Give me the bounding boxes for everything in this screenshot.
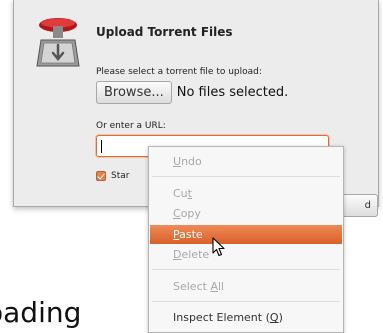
menu-item-delete[interactable]: Delete [150,245,342,264]
menu-separator [152,269,340,270]
menu-item-inspect-element[interactable]: Inspect Element (Q) [150,308,342,327]
url-label: Or enter a URL: [96,121,166,131]
file-picker: Browse... No files selected. [96,81,288,104]
menu-item-undo[interactable]: Undo [150,152,342,171]
dialog-title: Upload Torrent Files [96,25,233,39]
no-files-label: No files selected. [176,85,289,100]
menu-item-copy[interactable]: Copy [150,204,342,223]
menu-separator [152,301,340,302]
dialog-action-button[interactable]: d [338,194,378,217]
menu-item-cut[interactable]: Cut [150,184,342,203]
menu-item-paste[interactable]: Paste [150,225,342,244]
transmission-icon [36,18,80,67]
background-page-text: oading [0,296,82,329]
start-label: Star [111,171,130,181]
select-file-prompt: Please select a torrent file to upload: [96,67,262,77]
menu-separator [152,176,340,177]
start-checkbox[interactable] [96,171,106,181]
start-option: Star [96,171,129,181]
browse-button[interactable]: Browse... [96,81,172,104]
screen: oading Upload Torrent Files Please selec… [0,0,383,333]
text-caret [101,140,102,153]
mouse-pointer-icon [212,237,225,257]
context-menu: Undo Cut Copy Paste Delete Select All In… [148,146,344,333]
menu-item-select-all[interactable]: Select All [150,277,342,296]
